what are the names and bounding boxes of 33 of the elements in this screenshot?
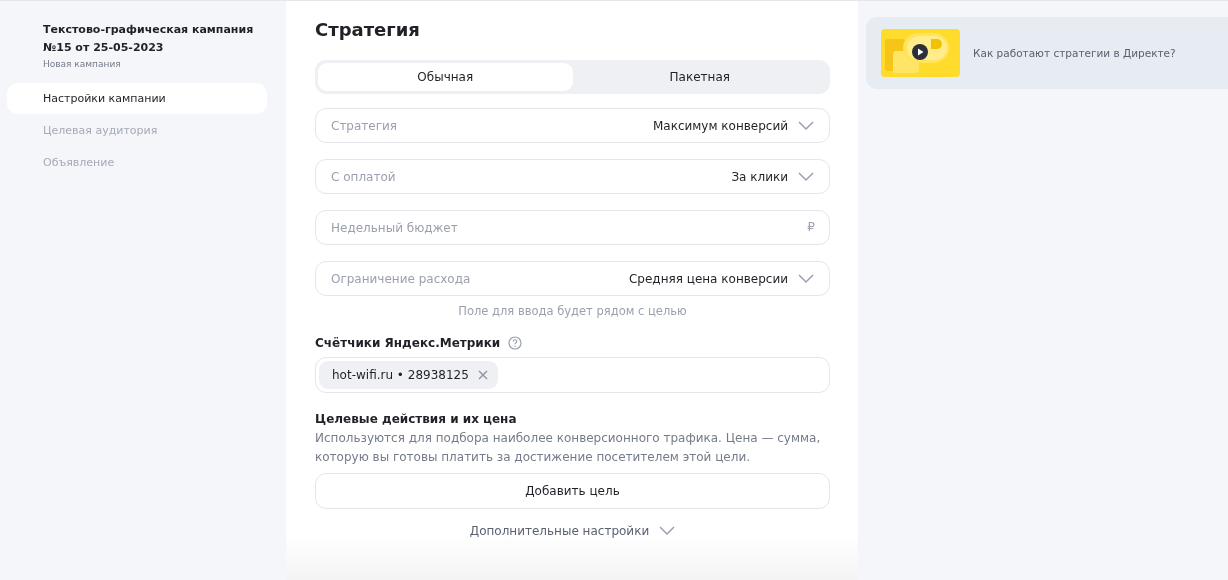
help-card[interactable]: Как работают стратегии в Директе?	[866, 17, 1228, 89]
field-value: За клики	[731, 169, 788, 184]
tag-label: hot-wifi.ru • 28938125	[332, 368, 469, 382]
more-settings-link[interactable]: Дополнительные настройки	[469, 524, 650, 538]
field-label: Ограничение расхода	[331, 271, 472, 286]
goals-description: Используются для подбора наиболее конверсионного трафика. Цена — сумма, которую вы готовы платить за достижение посетителем этой цели.	[315, 430, 822, 466]
field-label: Стратегия	[331, 118, 399, 133]
campaign-status: Новая кампания	[43, 59, 122, 69]
field-value: Средняя цена конверсии	[628, 271, 788, 286]
tab[interactable]: Обычная	[318, 63, 573, 91]
play-icon[interactable]	[912, 44, 928, 60]
help-link-text: Как работают стратегии в Директе?	[973, 47, 1176, 59]
tag-input-field[interactable]: hot-wifi.ru • 28938125	[315, 357, 830, 393]
section-heading: Стратегия	[315, 19, 421, 40]
chevron-down-icon	[798, 120, 814, 131]
field-value: Максимум конверсий	[652, 118, 788, 133]
chevron-down-icon	[798, 273, 814, 284]
campaign-title: Текстово-графическая кампания №15 от 25-05-2023	[43, 22, 255, 56]
add-goal-button[interactable]: Добавить цель	[315, 473, 830, 509]
goals-title: Целевые действия и их цена	[315, 412, 518, 426]
chevron-down-icon	[659, 526, 676, 536]
sidebar-item[interactable]: Настройки кампании	[7, 83, 267, 114]
currency-sign: ₽	[807, 220, 815, 234]
field-hint: Поле для ввода будет рядом с целью	[457, 304, 688, 318]
select-field[interactable]: С оплатой За клики	[315, 159, 830, 194]
close-icon[interactable]	[477, 370, 488, 380]
select-field[interactable]: Ограничение расхода Средняя цена конверсии	[315, 261, 830, 296]
select-field[interactable]: Стратегия Максимум конверсий	[315, 108, 830, 143]
field-label: Счётчики Яндекс.Метрики	[315, 336, 501, 350]
field-label: С оплатой	[331, 169, 397, 184]
chevron-down-icon	[798, 171, 814, 182]
help-icon[interactable]	[508, 336, 523, 350]
tab[interactable]: Пакетная	[572, 63, 827, 91]
